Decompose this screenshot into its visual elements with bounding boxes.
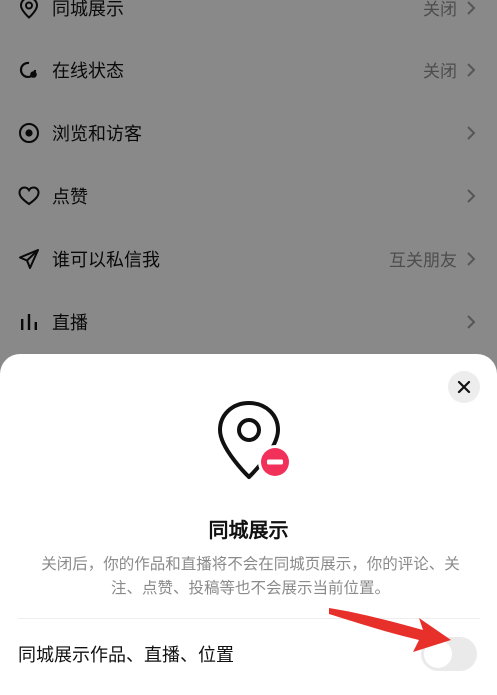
sheet-title: 同城展示 <box>208 518 289 542</box>
close-button[interactable] <box>448 371 480 403</box>
sheet-description: 关闭后，你的作品和直播将不会在同城页展示，你的评论、关注、点赞、投稿等也不会展示… <box>41 555 460 597</box>
toggle-label: 同城展示作品、直播、位置 <box>18 645 234 666</box>
toggle-knob <box>424 640 452 668</box>
bottom-sheet: 同城展示 关闭后，你的作品和直播将不会在同城页展示，你的评论、关注、点赞、投稿等… <box>0 354 497 695</box>
location-pin-minus-icon <box>214 399 298 485</box>
nearby-display-toggle[interactable] <box>421 637 477 671</box>
close-icon <box>457 380 471 394</box>
divider <box>18 618 480 619</box>
